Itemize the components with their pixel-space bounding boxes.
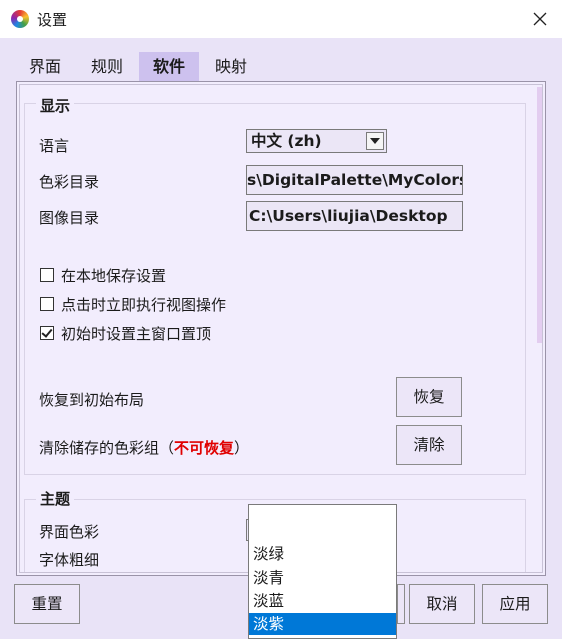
save-settings-locally-checkbox[interactable] bbox=[40, 268, 54, 282]
language-value: 中文 (zh) bbox=[251, 132, 322, 150]
irreversible-warning: 不可恢复 bbox=[174, 439, 235, 457]
display-group-title: 显示 bbox=[36, 95, 75, 116]
restore-layout-label: 恢复到初始布局 bbox=[39, 391, 145, 409]
clear-button[interactable]: 清除 bbox=[396, 425, 462, 465]
color-wheel-icon bbox=[11, 10, 29, 28]
image-dir-label: 图像目录 bbox=[39, 209, 100, 227]
ui-color-dropdown-list[interactable]: 淡绿 淡青 淡蓝 淡紫 bbox=[248, 504, 397, 639]
clear-label-suffix: ） bbox=[234, 439, 250, 457]
tab-software[interactable]: 软件 bbox=[139, 52, 200, 82]
close-icon bbox=[533, 12, 547, 26]
color-dir-field[interactable]: s\DigitalPalette\MyColors bbox=[246, 165, 463, 195]
restore-button[interactable]: 恢复 bbox=[396, 377, 462, 417]
cancel-button[interactable]: 取消 bbox=[409, 584, 475, 624]
scroll-area: 显示 语言 中文 (zh) 色彩目录 s\DigitalPalette\MyCo… bbox=[19, 84, 543, 573]
close-button[interactable] bbox=[524, 4, 556, 34]
ok-button-edge[interactable] bbox=[397, 584, 405, 624]
dropdown-option[interactable]: 淡绿 bbox=[249, 543, 396, 565]
display-group bbox=[24, 103, 526, 475]
image-dir-field[interactable]: C:\Users\liujia\Desktop bbox=[246, 201, 463, 231]
language-label: 语言 bbox=[39, 137, 70, 155]
clear-label-prefix: 清除储存的色彩组（ bbox=[39, 439, 175, 457]
color-dir-label: 色彩目录 bbox=[39, 173, 100, 191]
ui-color-label: 界面色彩 bbox=[39, 523, 100, 541]
theme-group-title: 主题 bbox=[36, 488, 75, 509]
dropdown-option[interactable]: 淡蓝 bbox=[249, 590, 396, 612]
title-bar: 设置 bbox=[0, 0, 562, 38]
reset-button[interactable]: 重置 bbox=[14, 584, 80, 624]
language-select[interactable]: 中文 (zh) bbox=[246, 129, 387, 153]
instant-view-action-label: 点击时立即执行视图操作 bbox=[61, 296, 227, 314]
chevron-down-icon bbox=[366, 132, 384, 150]
instant-view-action-checkbox[interactable] bbox=[40, 297, 54, 311]
clear-colorsets-label: 清除储存的色彩组（不可恢复） bbox=[39, 437, 249, 458]
font-weight-label: 字体粗细 bbox=[39, 551, 100, 569]
tab-mapping[interactable]: 映射 bbox=[201, 52, 261, 82]
dropdown-option[interactable]: 淡青 bbox=[249, 567, 396, 589]
window-title: 设置 bbox=[37, 11, 68, 29]
window-on-top-checkbox[interactable] bbox=[40, 326, 54, 340]
tab-interface[interactable]: 界面 bbox=[15, 52, 75, 82]
window-on-top-label: 初始时设置主窗口置顶 bbox=[61, 325, 212, 343]
save-settings-locally-label: 在本地保存设置 bbox=[61, 267, 167, 285]
settings-panel: 显示 语言 中文 (zh) 色彩目录 s\DigitalPalette\MyCo… bbox=[16, 81, 546, 576]
tab-rules[interactable]: 规则 bbox=[77, 52, 137, 82]
apply-button[interactable]: 应用 bbox=[482, 584, 548, 624]
vertical-scrollbar[interactable] bbox=[537, 85, 542, 572]
dropdown-option-selected[interactable]: 淡紫 bbox=[249, 613, 396, 635]
scrollbar-thumb[interactable] bbox=[537, 87, 542, 343]
